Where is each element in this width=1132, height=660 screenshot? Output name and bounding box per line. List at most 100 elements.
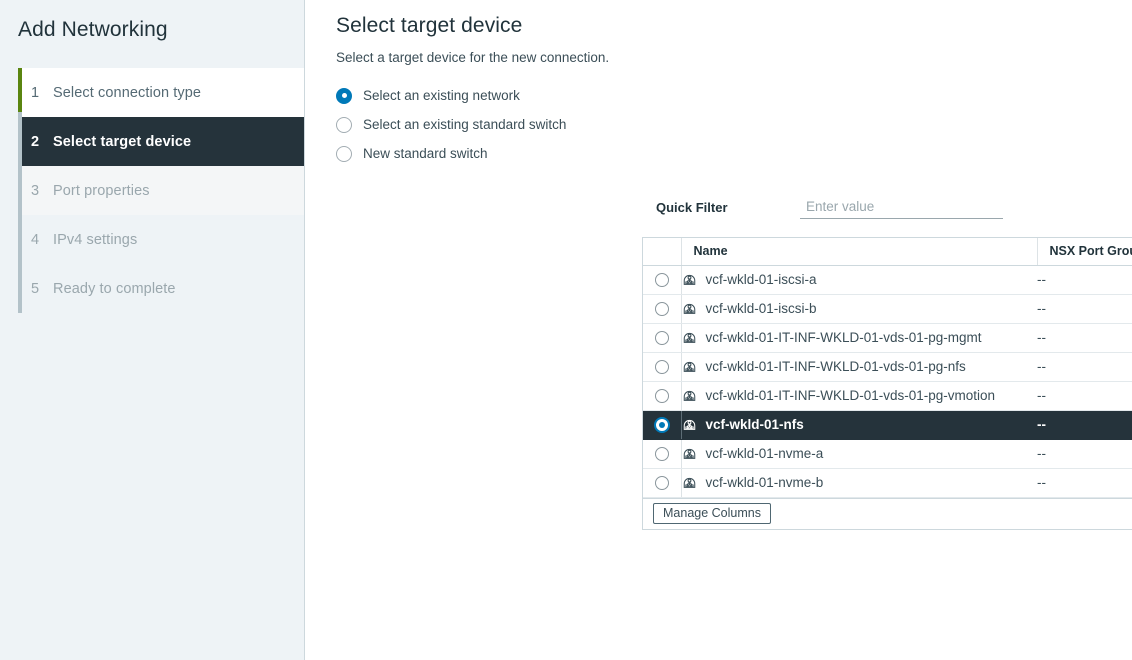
add-networking-dialog: Add Networking 1 Select connection type … <box>0 0 1132 660</box>
radio-label: New standard switch <box>363 146 488 161</box>
manage-columns-button[interactable]: Manage Columns <box>653 503 771 525</box>
step-label: Port properties <box>53 183 150 199</box>
network-port-group-icon <box>682 330 697 345</box>
radio-mark-icon <box>336 146 352 162</box>
column-header-select <box>643 238 681 265</box>
step-label: Select target device <box>53 134 191 150</box>
radio-label: Select an existing standard switch <box>363 117 566 132</box>
radio-mark-icon <box>336 88 352 104</box>
column-header-name[interactable]: Name <box>681 238 1037 265</box>
cell-nsx-port-group-id: -- <box>1037 468 1132 497</box>
sidebar-step-select-connection-type[interactable]: 1 Select connection type <box>22 68 304 117</box>
main-panel: Select target device Select a target dev… <box>305 0 1132 660</box>
radio-mark-icon <box>655 302 669 316</box>
sidebar-step-ready-to-complete[interactable]: 5 Ready to complete <box>22 264 304 313</box>
sidebar-step-select-target-device[interactable]: 2 Select target device <box>22 117 304 166</box>
cell-nsx-port-group-id: -- <box>1037 352 1132 381</box>
row-select-radio[interactable] <box>643 410 681 439</box>
row-select-radio[interactable] <box>643 468 681 497</box>
radio-mark-icon <box>655 360 669 374</box>
table-footer: Manage Columns 8 items <box>643 498 1132 529</box>
page-subtitle: Select a target device for the new conne… <box>305 38 1132 65</box>
cell-name: vcf-wkld-01-IT-INF-WKLD-01-vds-01-pg-vmo… <box>681 381 1037 410</box>
cell-name-text: vcf-wkld-01-IT-INF-WKLD-01-vds-01-pg-nfs <box>706 359 966 374</box>
step-label: Select connection type <box>53 85 201 101</box>
table-row[interactable]: vcf-wkld-01-IT-INF-WKLD-01-vds-01-pg-nfs… <box>643 352 1132 381</box>
radio-mark-icon <box>655 389 669 403</box>
cell-name-text: vcf-wkld-01-iscsi-a <box>706 272 817 287</box>
cell-name-text: vcf-wkld-01-nvme-a <box>706 446 824 461</box>
page-title: Select target device <box>305 0 1132 38</box>
row-select-radio[interactable] <box>643 294 681 323</box>
cell-name: vcf-wkld-01-IT-INF-WKLD-01-vds-01-pg-nfs <box>681 352 1037 381</box>
table-row[interactable]: vcf-wkld-01-nfs--vcf-wkld-01-IT-INF-WKLD… <box>643 410 1132 439</box>
row-select-radio[interactable] <box>643 381 681 410</box>
cell-name: vcf-wkld-01-iscsi-b <box>681 294 1037 323</box>
cell-name: vcf-wkld-01-nvme-a <box>681 439 1037 468</box>
cell-nsx-port-group-id: -- <box>1037 410 1132 439</box>
radio-mark-icon <box>655 476 669 490</box>
radio-mark-icon <box>655 447 669 461</box>
step-number: 4 <box>31 232 53 248</box>
cell-name: vcf-wkld-01-nvme-b <box>681 468 1037 497</box>
network-port-group-icon <box>682 417 697 432</box>
quick-filter-input[interactable] <box>800 196 1003 219</box>
table-row[interactable]: vcf-wkld-01-nvme-a--vcf-wkld-01-IT-INF-W… <box>643 439 1132 468</box>
radio-label: Select an existing network <box>363 88 520 103</box>
step-label: IPv4 settings <box>53 232 137 248</box>
cell-name-text: vcf-wkld-01-nvme-b <box>706 475 824 490</box>
cell-name-text: vcf-wkld-01-iscsi-b <box>706 301 817 316</box>
radio-mark-icon <box>655 273 669 287</box>
table-row[interactable]: vcf-wkld-01-nvme-b--vcf-wkld-01-IT-INF-W… <box>643 468 1132 497</box>
network-port-group-icon <box>682 475 697 490</box>
cancel-button[interactable]: CANCEL <box>1127 613 1132 647</box>
row-select-radio[interactable] <box>643 439 681 468</box>
cell-nsx-port-group-id: -- <box>1037 381 1132 410</box>
network-port-group-icon <box>682 388 697 403</box>
radio-select-existing-network[interactable]: Select an existing network <box>336 81 1132 110</box>
cell-name: vcf-wkld-01-IT-INF-WKLD-01-vds-01-pg-mgm… <box>681 323 1037 352</box>
cell-name-text: vcf-wkld-01-nfs <box>706 417 804 432</box>
network-port-group-icon <box>682 359 697 374</box>
table-row[interactable]: vcf-wkld-01-iscsi-b--vcf-wkld-01-IT-INF-… <box>643 294 1132 323</box>
cell-name: vcf-wkld-01-nfs <box>681 410 1037 439</box>
table-body: vcf-wkld-01-iscsi-a--vcf-wkld-01-IT-INF-… <box>643 265 1132 497</box>
cell-nsx-port-group-id: -- <box>1037 265 1132 294</box>
step-number: 3 <box>31 183 53 199</box>
target-device-table: Name NSX Port Group ID Distributed Switc… <box>642 237 1132 530</box>
step-number: 5 <box>31 281 53 297</box>
radio-select-existing-standard-switch[interactable]: Select an existing standard switch <box>336 110 1132 139</box>
row-select-radio[interactable] <box>643 352 681 381</box>
cell-nsx-port-group-id: -- <box>1037 323 1132 352</box>
step-number: 1 <box>31 85 53 101</box>
cell-nsx-port-group-id: -- <box>1037 439 1132 468</box>
network-port-group-icon <box>682 272 697 287</box>
network-port-group-icon <box>682 301 697 316</box>
radio-mark-icon <box>336 117 352 133</box>
network-port-group-icon <box>682 446 697 461</box>
radio-new-standard-switch[interactable]: New standard switch <box>336 139 1132 168</box>
quick-filter-bar: Quick Filter <box>656 168 1132 219</box>
row-select-radio[interactable] <box>643 265 681 294</box>
column-header-nsx-port-group-id[interactable]: NSX Port Group ID <box>1037 238 1132 265</box>
table-row[interactable]: vcf-wkld-01-iscsi-a--vcf-wkld-01-IT-INF-… <box>643 265 1132 294</box>
cell-nsx-port-group-id: -- <box>1037 294 1132 323</box>
cell-name-text: vcf-wkld-01-IT-INF-WKLD-01-vds-01-pg-mgm… <box>706 330 982 345</box>
quick-filter-label: Quick Filter <box>656 200 800 215</box>
sidebar-step-ipv4-settings[interactable]: 4 IPv4 settings <box>22 215 304 264</box>
radio-mark-icon <box>655 331 669 345</box>
target-device-radio-group: Select an existing network Select an exi… <box>305 65 1132 168</box>
sidebar-step-port-properties[interactable]: 3 Port properties <box>22 166 304 215</box>
cell-name: vcf-wkld-01-iscsi-a <box>681 265 1037 294</box>
wizard-step-list: 1 Select connection type 2 Select target… <box>0 68 304 313</box>
wizard-sidebar: Add Networking 1 Select connection type … <box>0 0 305 660</box>
cell-name-text: vcf-wkld-01-IT-INF-WKLD-01-vds-01-pg-vmo… <box>706 388 996 403</box>
row-select-radio[interactable] <box>643 323 681 352</box>
step-label: Ready to complete <box>53 281 176 297</box>
table-row[interactable]: vcf-wkld-01-IT-INF-WKLD-01-vds-01-pg-vmo… <box>643 381 1132 410</box>
wizard-title: Add Networking <box>0 0 304 42</box>
dialog-footer: CANCEL BACK NEXT <box>1127 613 1132 647</box>
table-header-row: Name NSX Port Group ID Distributed Switc… <box>643 238 1132 265</box>
step-number: 2 <box>31 134 53 150</box>
table-row[interactable]: vcf-wkld-01-IT-INF-WKLD-01-vds-01-pg-mgm… <box>643 323 1132 352</box>
